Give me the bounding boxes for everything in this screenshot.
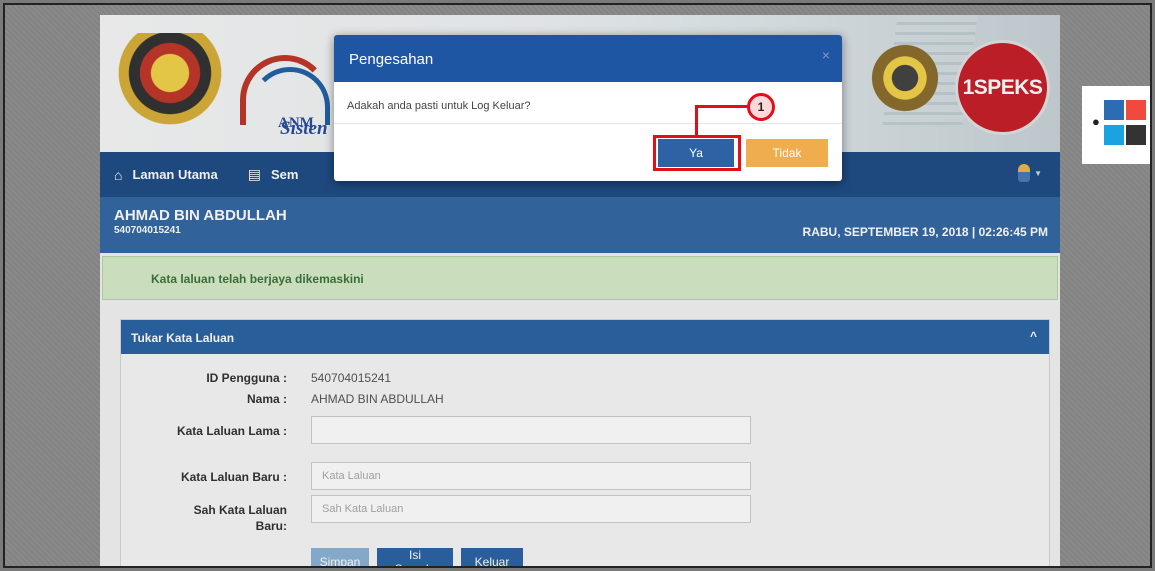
- collapse-toggle-icon[interactable]: ^: [1030, 329, 1037, 343]
- confirm-password-label-2: Baru:: [255, 519, 287, 533]
- color-swatch-cyan[interactable]: [1104, 125, 1124, 145]
- name-label: Nama :: [246, 392, 287, 406]
- new-password-input[interactable]: Kata Laluan: [311, 462, 751, 490]
- confirm-password-input[interactable]: Sah Kata Laluan: [311, 495, 751, 523]
- theme-color-picker: ●: [1082, 86, 1150, 164]
- dialog-header: Pengesahan ×: [334, 35, 842, 82]
- nav-semak[interactable]: ▤ Sem: [248, 166, 299, 183]
- anm-logo: ANM: [240, 55, 330, 131]
- annotation-connector-horizontal: [695, 105, 748, 108]
- annotation-highlight-box: [653, 135, 741, 171]
- current-datetime: RABU, SEPTEMBER 19, 2018 | 02:26:45 PM: [802, 225, 1048, 239]
- user-name: AHMAD BIN ABDULLAH: [114, 207, 287, 224]
- panel-title: Tukar Kata Laluan: [131, 331, 235, 345]
- reset-button[interactable]: Isi Semula: [377, 548, 453, 566]
- change-password-panel: Tukar Kata Laluan ^ ID Pengguna : 540704…: [120, 319, 1050, 566]
- color-swatch-dark[interactable]: [1126, 125, 1146, 145]
- close-icon[interactable]: ×: [822, 47, 830, 63]
- profile-bar: AHMAD BIN ABDULLAH 540704015241 RABU, SE…: [100, 197, 1060, 253]
- user-menu[interactable]: ▼: [1018, 164, 1042, 182]
- chevron-down-icon: ▼: [1034, 168, 1042, 178]
- drop-icon: ●: [1092, 114, 1100, 129]
- annotation-connector: [695, 106, 698, 136]
- dialog-title: Pengesahan: [349, 51, 434, 68]
- success-alert: Kata laluan telah berjaya dikemaskini: [102, 256, 1058, 300]
- user-id-value: 540704015241: [311, 371, 392, 385]
- name-value: AHMAD BIN ABDULLAH: [311, 392, 444, 406]
- home-icon: ⌂: [114, 166, 123, 183]
- confirm-no-button[interactable]: Tidak: [746, 139, 828, 167]
- confirm-password-label: Sah Kata Laluan: [193, 503, 287, 517]
- system-title: Sisten: [280, 118, 328, 139]
- exit-button[interactable]: Keluar: [461, 548, 523, 566]
- user-id-label: ID Pengguna :: [206, 371, 287, 385]
- screenshot-frame: ANM Sisten 1SPEKS ⌂ Laman Utama ▤ Sem ▼ …: [3, 3, 1152, 568]
- old-password-input[interactable]: [311, 416, 751, 444]
- save-button[interactable]: Simpan: [311, 548, 369, 566]
- list-icon: ▤: [247, 166, 261, 182]
- nav-laman-utama[interactable]: ⌂ Laman Utama: [114, 167, 218, 183]
- old-password-label: Kata Laluan Lama :: [176, 424, 287, 438]
- user-icon: [1018, 164, 1031, 182]
- color-swatch-blue[interactable]: [1104, 100, 1124, 120]
- color-swatch-red[interactable]: [1126, 100, 1146, 120]
- annotation-step-badge: 1: [747, 93, 775, 121]
- johor-crest-logo: [860, 33, 950, 133]
- 1speks-logo: 1SPEKS: [955, 40, 1050, 135]
- nav-label: Laman Utama: [132, 167, 218, 182]
- panel-header: Tukar Kata Laluan ^: [121, 320, 1049, 354]
- new-password-label: Kata Laluan Baru :: [180, 470, 287, 484]
- malaysia-crest-logo: [110, 33, 230, 133]
- nav-label: Sem: [270, 167, 299, 182]
